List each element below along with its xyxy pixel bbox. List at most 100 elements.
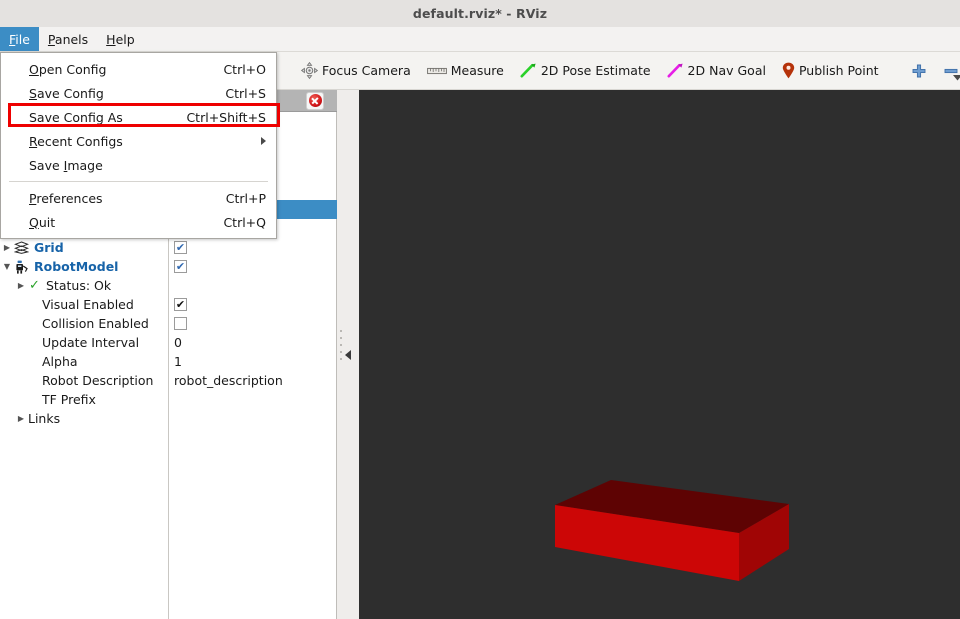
- tree-row-collision-enabled-checkbox[interactable]: ✔: [174, 317, 187, 330]
- tree-row-update-interval[interactable]: Update Interval 0: [0, 333, 337, 352]
- scene: [359, 90, 960, 619]
- magenta-arrow-icon: [667, 63, 684, 78]
- nav-goal-2d-label: 2D Nav Goal: [687, 63, 766, 78]
- tree-row-update-interval-value-cell[interactable]: 0: [168, 333, 337, 352]
- close-icon[interactable]: [306, 91, 324, 110]
- tree-row-grid[interactable]: ▶ Grid ✔: [0, 238, 337, 257]
- splitter-dots: [340, 90, 343, 619]
- grid-icon: [13, 241, 30, 254]
- tree-row-visual-enabled-name: Visual Enabled: [42, 297, 134, 312]
- nav-goal-2d-button[interactable]: 2D Nav Goal: [660, 57, 773, 85]
- menu-file-label: File: [9, 31, 30, 47]
- tree-row-grid-value-cell[interactable]: ✔: [168, 238, 337, 257]
- menu-item-quit[interactable]: Quit Ctrl+Q: [1, 210, 276, 234]
- tree-row-robot-model-label-cell: ▼ RobotModel: [0, 257, 168, 276]
- menu-item-recent-configs-label: Recent Configs: [29, 133, 123, 149]
- tree-row-update-interval-value: 0: [174, 335, 182, 350]
- map-pin-icon: [782, 62, 795, 79]
- focus-camera-label: Focus Camera: [322, 63, 411, 78]
- tree-row-alpha-name: Alpha: [42, 354, 78, 369]
- menu-item-recent-configs[interactable]: Recent Configs: [1, 129, 276, 153]
- tree-row-visual-enabled-label-cell: Visual Enabled: [0, 295, 168, 314]
- tree-row-grid-label-cell: ▶ Grid: [0, 238, 168, 257]
- menu-item-preferences[interactable]: Preferences Ctrl+P: [1, 186, 276, 210]
- menu-item-save-config-as[interactable]: Save Config As Ctrl+Shift+S: [1, 105, 276, 129]
- tree-row-robot-description-label-cell: Robot Description: [0, 371, 168, 390]
- chevron-down-icon[interactable]: [952, 74, 960, 81]
- measure-label: Measure: [450, 63, 504, 78]
- tree-row-links-label-cell: ▶ Links: [0, 409, 168, 428]
- tree-row-alpha-value-cell[interactable]: 1: [168, 352, 337, 371]
- menu-item-save-config-as-shortcut: Ctrl+Shift+S: [186, 109, 266, 125]
- green-arrow-icon: [520, 63, 537, 78]
- menu-separator: [9, 181, 268, 182]
- tree-row-grid-checkbox[interactable]: ✔: [174, 241, 187, 254]
- tree-row-alpha[interactable]: Alpha 1: [0, 352, 337, 371]
- submenu-arrow-icon: [261, 137, 266, 145]
- pose-estimate-2d-label: 2D Pose Estimate: [540, 63, 651, 78]
- tree-row-status[interactable]: ▶ ✓ Status: Ok: [0, 276, 337, 295]
- focus-camera-button[interactable]: Focus Camera: [294, 57, 418, 85]
- tree-row-tf-prefix-value-cell[interactable]: [168, 390, 337, 409]
- tree-row-tf-prefix[interactable]: TF Prefix: [0, 390, 337, 409]
- render-view-3d[interactable]: [359, 90, 960, 619]
- tree-row-links-value-cell: [168, 409, 337, 428]
- publish-point-button[interactable]: Publish Point: [775, 57, 886, 85]
- tree-row-tf-prefix-name: TF Prefix: [42, 392, 96, 407]
- menu-item-open-config[interactable]: Open Config Ctrl+O: [1, 57, 276, 81]
- publish-point-label: Publish Point: [798, 63, 879, 78]
- tree-row-robot-description-name: Robot Description: [42, 373, 154, 388]
- menu-bar: File Panels Help: [0, 27, 960, 52]
- tree-row-tf-prefix-label-cell: TF Prefix: [0, 390, 168, 409]
- window-title: default.rviz* - RViz: [412, 6, 548, 21]
- tree-row-robot-model-name: RobotModel: [34, 259, 119, 274]
- menu-file[interactable]: File: [0, 27, 39, 51]
- menu-item-preferences-shortcut: Ctrl+P: [225, 190, 266, 206]
- menu-item-save-config-shortcut: Ctrl+S: [225, 85, 266, 101]
- menu-panels-label: Panels: [47, 31, 89, 47]
- menu-item-quit-shortcut: Ctrl+Q: [223, 214, 266, 230]
- tree-row-visual-enabled[interactable]: Visual Enabled ✔: [0, 295, 337, 314]
- menu-item-open-config-shortcut: Ctrl+O: [223, 61, 266, 77]
- tree-row-collision-enabled-value-cell[interactable]: ✔: [168, 314, 337, 333]
- plus-icon: [911, 63, 927, 79]
- tree-row-robot-description[interactable]: Robot Description robot_description: [0, 371, 337, 390]
- ruler-icon: [426, 65, 447, 77]
- add-tool-button[interactable]: [904, 57, 934, 85]
- tree-row-alpha-label-cell: Alpha: [0, 352, 168, 371]
- tree-row-update-interval-label-cell: Update Interval: [0, 333, 168, 352]
- menu-item-save-image[interactable]: Save Image: [1, 153, 276, 177]
- tree-row-robot-model-value-cell[interactable]: ✔: [168, 257, 337, 276]
- chevron-right-icon[interactable]: ▶: [14, 414, 28, 423]
- tree-row-robot-description-value-cell[interactable]: robot_description: [168, 371, 337, 390]
- menu-panels[interactable]: Panels: [39, 27, 97, 51]
- tree-row-visual-enabled-checkbox[interactable]: ✔: [174, 298, 187, 311]
- menu-item-save-config[interactable]: Save Config Ctrl+S: [1, 81, 276, 105]
- chevron-right-icon[interactable]: ▶: [14, 281, 28, 290]
- menu-help-label: Help: [106, 31, 135, 47]
- menu-item-save-config-as-label: Save Config As: [29, 109, 123, 125]
- tree-row-robot-model-checkbox[interactable]: ✔: [174, 260, 187, 273]
- tree-row-collision-enabled[interactable]: Collision Enabled ✔: [0, 314, 337, 333]
- tree-row-robot-model[interactable]: ▼ RobotModel ✔: [0, 257, 337, 276]
- tree-row-visual-enabled-value-cell[interactable]: ✔: [168, 295, 337, 314]
- menu-item-save-config-label: Save Config: [29, 85, 104, 101]
- tree-row-links[interactable]: ▶ Links: [0, 409, 337, 428]
- tree-row-status-value-cell: [168, 276, 337, 295]
- tree-row-robot-description-value: robot_description: [174, 373, 283, 388]
- chevron-down-icon[interactable]: ▼: [0, 262, 14, 271]
- tree-row-status-label-cell: ▶ ✓ Status: Ok: [0, 276, 168, 295]
- measure-button[interactable]: Measure: [420, 57, 511, 85]
- menu-help[interactable]: Help: [97, 27, 144, 51]
- tree-row-alpha-value: 1: [174, 354, 182, 369]
- rviz-window: default.rviz* - RViz File Panels Help Focu…: [0, 0, 960, 619]
- menu-item-quit-label: Quit: [29, 214, 56, 230]
- chevron-right-icon[interactable]: ▶: [0, 243, 14, 252]
- menu-item-save-image-label: Save Image: [29, 157, 103, 173]
- menu-item-open-config-label: Open Config: [29, 61, 107, 77]
- tree-row-grid-name: Grid: [34, 240, 64, 255]
- tree-row-update-interval-name: Update Interval: [42, 335, 140, 350]
- pose-estimate-2d-button[interactable]: 2D Pose Estimate: [513, 57, 658, 85]
- panel-splitter-handle[interactable]: [337, 90, 359, 619]
- remove-tool-button[interactable]: [936, 57, 960, 85]
